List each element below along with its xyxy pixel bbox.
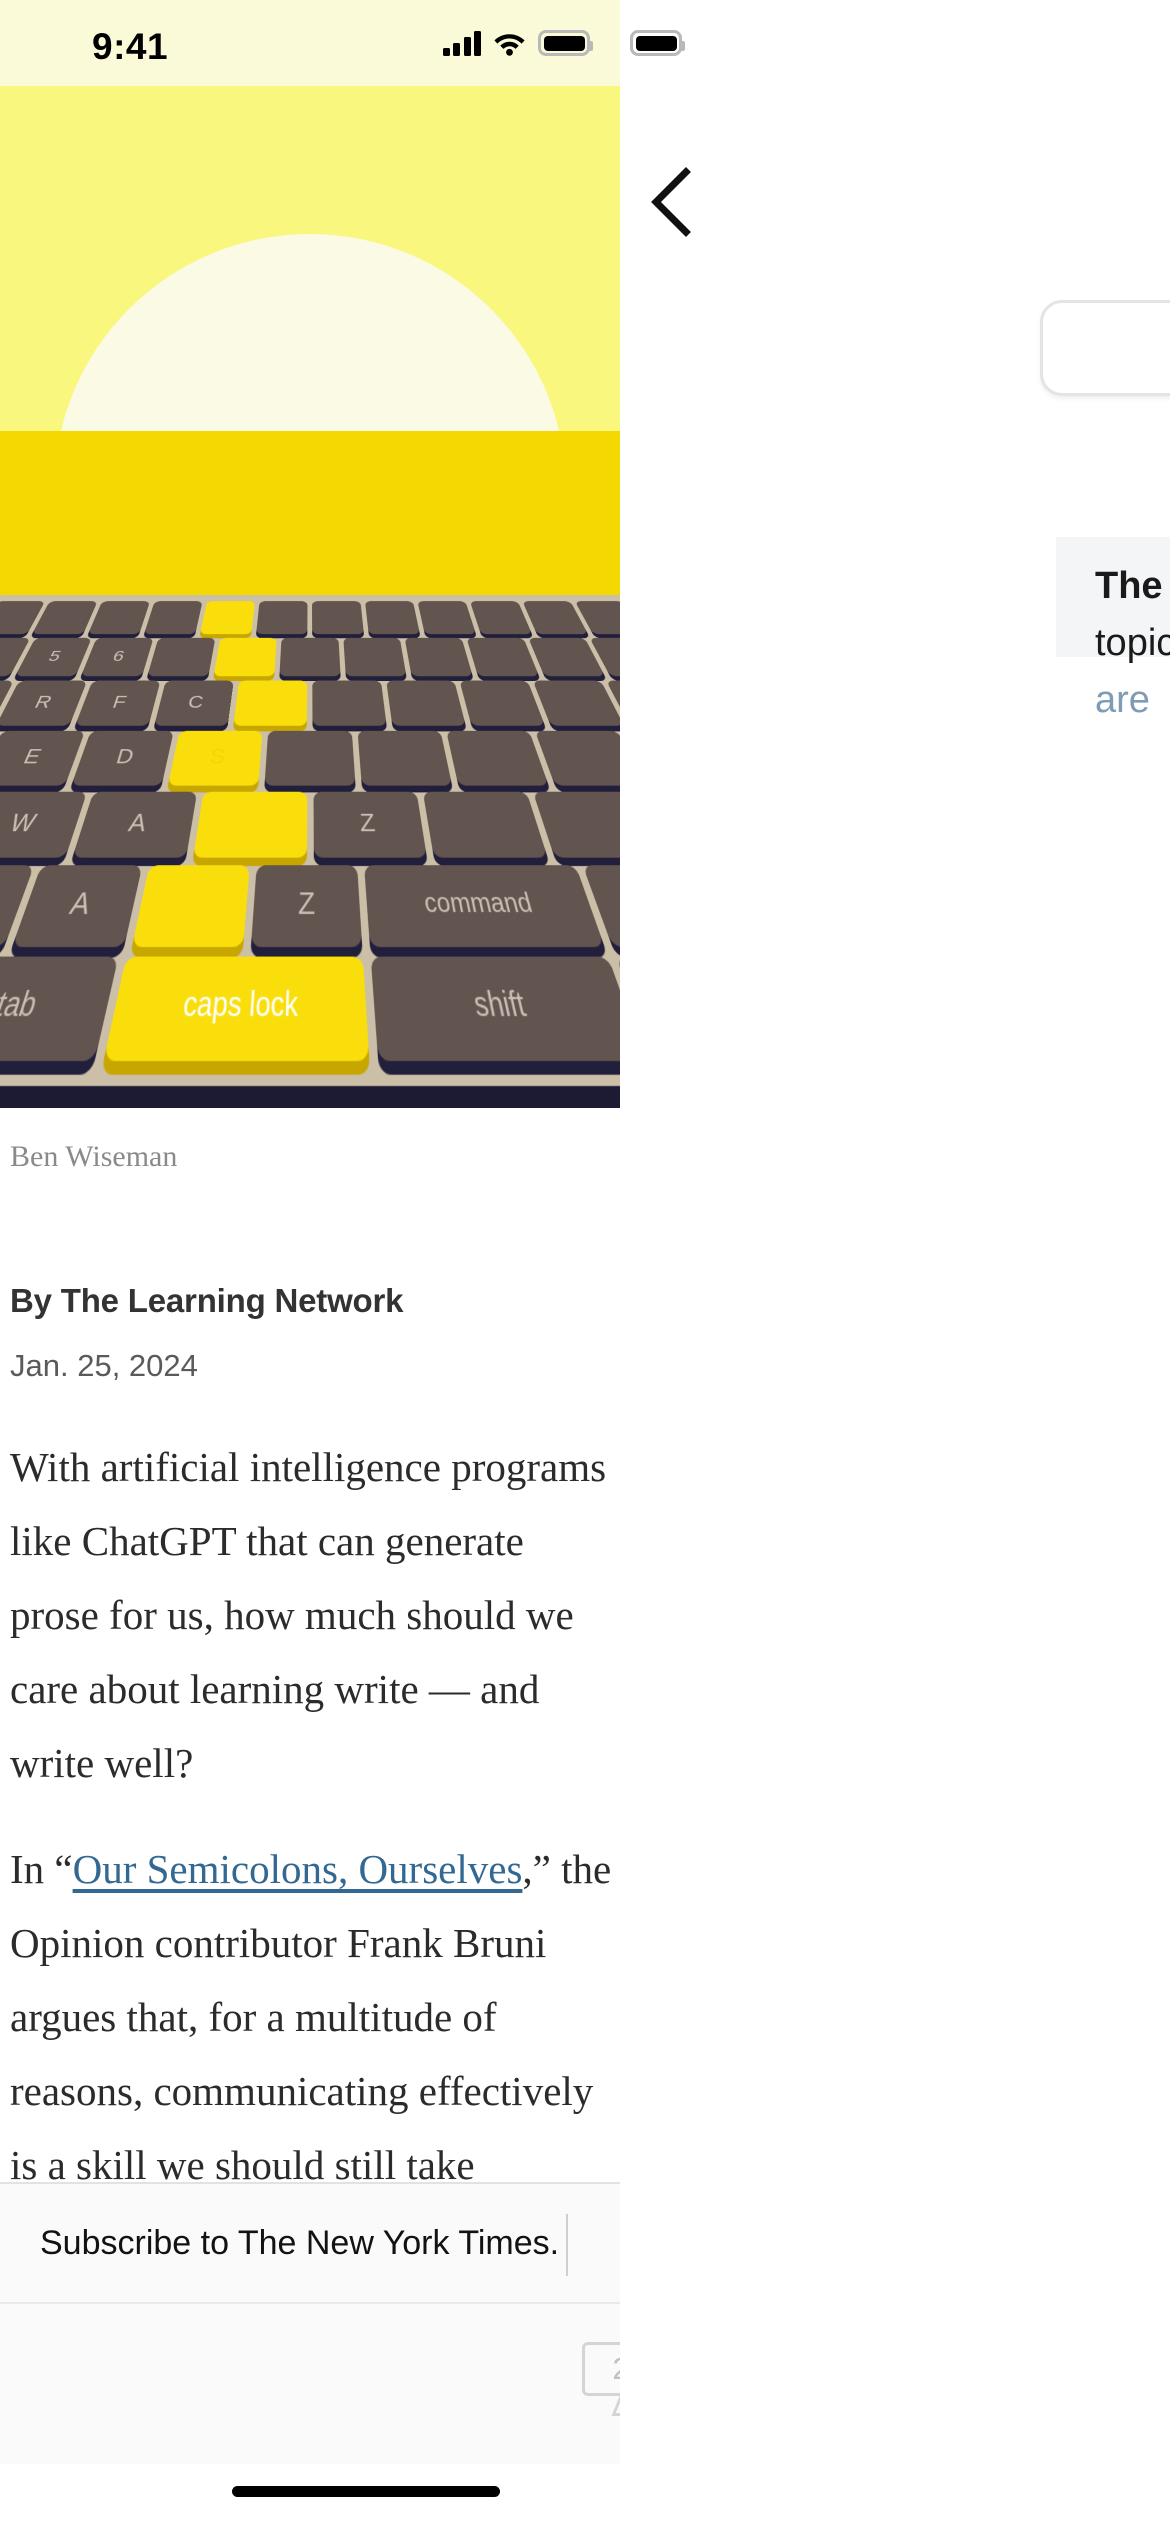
article-date: Jan. 25, 2024 (10, 1348, 198, 1383)
article-panel: 9:41 5 6 R F C E D S W A Z A Z command t… (0, 0, 620, 2532)
status-bar-icons (442, 30, 593, 56)
paragraph-text: With artificial intelligence programs li… (10, 1444, 607, 1786)
search-input[interactable] (1040, 300, 1170, 396)
info-card-bold: The (1095, 565, 1163, 607)
article-body: With artificial intelligence programs li… (10, 1430, 620, 2308)
subscribe-label: Subscribe to The New York Times. (40, 2223, 560, 2262)
comment-button[interactable]: 2 (582, 2342, 620, 2416)
comment-icon: 2 (582, 2342, 620, 2396)
battery-icon (630, 30, 685, 56)
info-card-line2: topic (1095, 622, 1170, 664)
article-toolbar (0, 2304, 620, 2464)
illustration-keyboard: 56 4RF C 3ED S (0, 386, 620, 1108)
article-inline-link[interactable]: Our Semicolons, Ourselves (73, 1846, 523, 1892)
cellular-signal-icon (442, 30, 481, 56)
subscribe-divider (566, 2214, 568, 2276)
subscribe-bar[interactable]: Subscribe to The New York Times. (0, 2182, 620, 2304)
wifi-icon (493, 30, 526, 56)
article-byline[interactable]: By The Learning Network (10, 1282, 610, 1320)
incoming-status-bar (620, 0, 1170, 86)
screen-root: 9:41 5 6 R F C E D S W A Z A Z command t… (0, 0, 1170, 2532)
info-card-link[interactable]: are (1095, 679, 1150, 721)
status-bar-clock: 9:41 (92, 26, 169, 67)
back-chevron-icon (651, 167, 691, 237)
info-card-text: The topic are (1095, 558, 1170, 729)
home-indicator (232, 2486, 500, 2497)
image-credit: Ben Wiseman (10, 1140, 178, 1173)
status-bar: 9:41 (0, 0, 620, 86)
comment-count: 2 (612, 2351, 620, 2387)
article-hero-image: 56 4RF C 3ED S (0, 86, 620, 1108)
incoming-screen-panel: The topic are (620, 0, 1170, 2532)
back-button[interactable] (642, 164, 702, 240)
battery-icon (538, 30, 593, 56)
article-paragraph: With artificial intelligence programs li… (10, 1430, 620, 1800)
paragraph-text: In “ (10, 1846, 73, 1892)
